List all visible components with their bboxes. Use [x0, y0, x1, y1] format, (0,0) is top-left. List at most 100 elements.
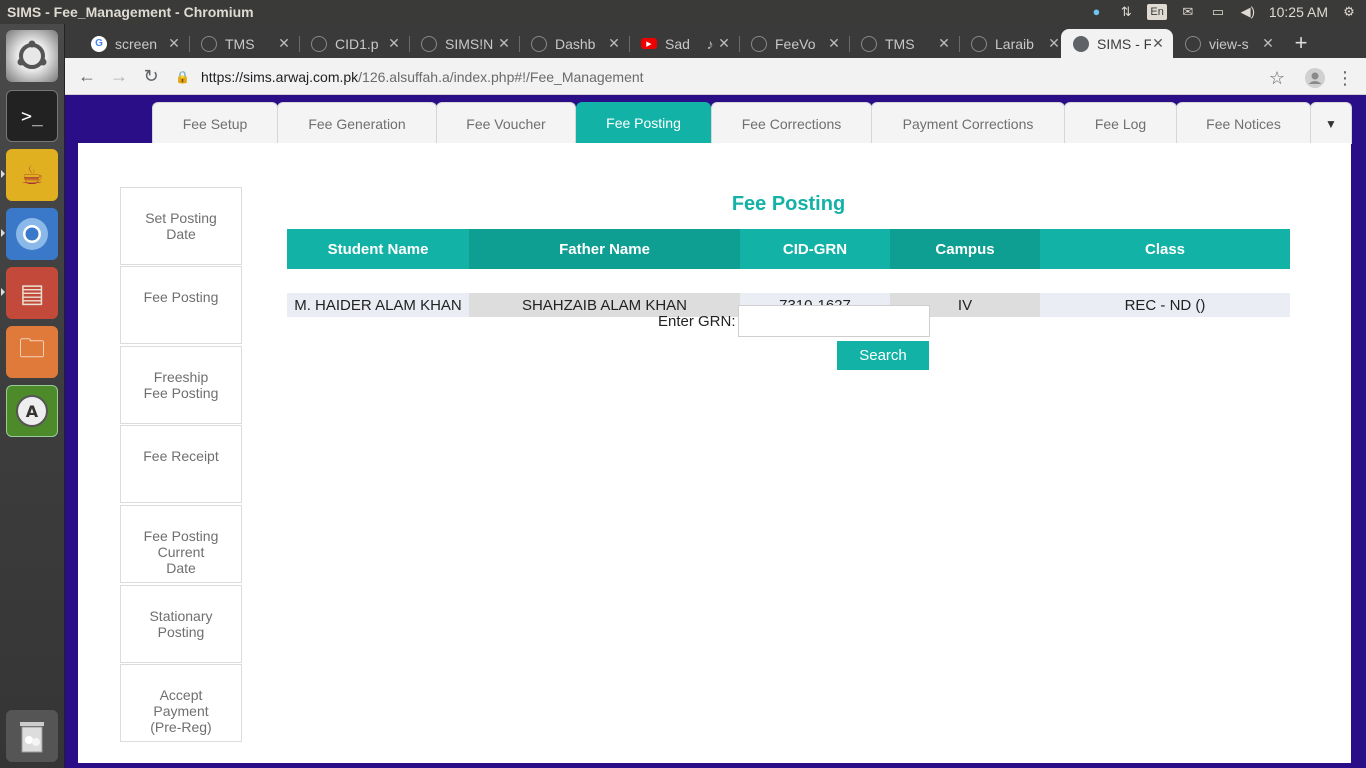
browser-tab[interactable]: view-s ✕ — [1173, 29, 1283, 58]
browser-menu-icon[interactable]: ⋮ — [1329, 62, 1361, 94]
side-item-label: Fee Posting — [143, 528, 219, 544]
svg-text:A: A — [26, 402, 39, 421]
lock-icon[interactable]: 🔒 — [175, 70, 190, 84]
keyboard-layout-indicator[interactable]: En — [1147, 4, 1167, 20]
side-item-label: Fee Receipt — [143, 448, 219, 464]
close-icon[interactable]: ✕ — [1151, 35, 1165, 52]
tab-label: view-s — [1209, 35, 1249, 52]
tab-fee-generation[interactable]: Fee Generation — [277, 102, 437, 144]
browser-tab[interactable]: TMS ✕ — [849, 29, 959, 58]
globe-icon — [751, 35, 767, 52]
system-tray: ● ⇅ En ✉ ▭ ◀) 10:25 AM ⚙ — [1087, 4, 1366, 20]
browser-tab[interactable]: Dashb ✕ — [519, 29, 629, 58]
close-icon[interactable]: ✕ — [167, 35, 181, 52]
address-bar[interactable]: 🔒 https://sims.arwaj.com.pk/126.alsuffah… — [175, 62, 1285, 91]
close-icon[interactable]: ✕ — [827, 35, 841, 52]
side-item-label: Current — [157, 544, 205, 560]
browser-tab[interactable]: G screen ✕ — [79, 29, 189, 58]
close-icon[interactable]: ✕ — [497, 35, 511, 52]
network-arrows-icon[interactable]: ⇅ — [1117, 4, 1135, 20]
speaker-icon[interactable]: ♪ — [703, 36, 717, 52]
tab-label: SIMS - F — [1097, 35, 1151, 52]
battery-icon[interactable]: ▭ — [1209, 4, 1227, 20]
url-host: https://sims.arwaj.com.pk — [201, 68, 359, 85]
search-button[interactable]: Search — [837, 341, 929, 370]
close-icon[interactable]: ✕ — [607, 35, 621, 52]
column-header-student-name: Student Name — [287, 229, 469, 269]
browser-tab-strip: G screen ✕ TMS ✕ CID1.p ✕ SIMS!N ✕ Dashb… — [65, 24, 1366, 58]
side-item-label: Freeship — [153, 369, 209, 385]
browser-tab[interactable]: TMS ✕ — [189, 29, 299, 58]
side-item-freeship-fee-posting[interactable]: Freeship Fee Posting — [120, 346, 242, 424]
running-indicator — [1, 229, 5, 237]
tab-fee-posting[interactable]: Fee Posting — [576, 102, 711, 143]
archive-manager-icon[interactable]: 🗀 — [6, 326, 58, 378]
tab-fee-log[interactable]: Fee Log — [1064, 102, 1177, 144]
tab-payment-corrections[interactable]: Payment Corrections — [871, 102, 1065, 144]
browser-tab[interactable]: FeeVo ✕ — [739, 29, 849, 58]
tab-label: CID1.p — [335, 35, 379, 52]
side-item-fee-receipt[interactable]: Fee Receipt — [120, 425, 242, 503]
running-indicator — [1, 288, 5, 296]
side-item-accept-payment-pre-reg[interactable]: Accept Payment (Pre-Reg) — [120, 664, 242, 742]
terminal-icon[interactable]: >_ — [6, 90, 58, 142]
spacer-row — [287, 269, 1290, 293]
forward-arrow-icon[interactable]: → — [103, 60, 135, 92]
tab-label: TMS — [225, 35, 255, 52]
close-icon[interactable]: ✕ — [277, 35, 291, 52]
side-item-fee-posting[interactable]: Fee Posting — [120, 266, 242, 344]
tab-fee-setup[interactable]: Fee Setup — [152, 102, 278, 144]
reload-icon[interactable]: ↻ — [135, 60, 167, 92]
browser-tab[interactable]: CID1.p ✕ — [299, 29, 409, 58]
ubuntu-dash-icon[interactable] — [6, 30, 58, 82]
globe-icon — [311, 35, 327, 52]
student-table: Student Name Father Name CID-GRN Campus … — [287, 229, 1290, 317]
bookmark-star-icon[interactable]: ☆ — [1261, 62, 1293, 94]
side-item-label: (Pre-Reg) — [150, 719, 212, 735]
close-icon[interactable]: ✕ — [387, 35, 401, 52]
back-arrow-icon[interactable]: ← — [71, 60, 103, 92]
globe-icon — [861, 35, 877, 52]
browser-tab[interactable]: Laraib ✕ — [959, 29, 1069, 58]
trash-icon[interactable] — [6, 710, 58, 762]
settings-gear-icon[interactable]: ⚙ — [1340, 4, 1358, 20]
chromium-icon[interactable] — [6, 208, 58, 260]
more-tabs-dropdown[interactable]: ▼ — [1310, 102, 1352, 144]
browser-tab[interactable]: SIMS!N ✕ — [409, 29, 519, 58]
side-item-fee-posting-current-date[interactable]: Fee Posting Current Date — [120, 505, 242, 583]
side-item-label: Accept — [159, 687, 203, 703]
side-item-label: Stationary — [149, 608, 213, 624]
new-tab-button[interactable]: + — [1289, 31, 1313, 55]
browser-tab[interactable]: ▶ Sad ♪ ✕ — [629, 29, 739, 58]
file-cabinet-icon[interactable]: ▤ — [6, 267, 58, 319]
side-item-stationary-posting[interactable]: Stationary Posting — [120, 585, 242, 663]
column-header-class: Class — [1040, 229, 1290, 269]
close-icon[interactable]: ✕ — [1047, 35, 1061, 52]
software-updater-icon[interactable]: A — [6, 385, 58, 437]
unity-launcher: >_ ☕ ▤ 🗀 A — [0, 24, 65, 768]
browser-toolbar: ← → ↻ 🔒 https://sims.arwaj.com.pk/126.al… — [65, 58, 1366, 95]
tab-fee-corrections[interactable]: Fee Corrections — [711, 102, 872, 144]
mail-icon[interactable]: ✉ — [1179, 4, 1197, 20]
side-item-set-posting-date[interactable]: Set Posting Date — [120, 187, 242, 265]
globe-icon — [421, 35, 437, 52]
url-path: /126.alsuffah.a/index.php#!/Fee_Manageme… — [358, 68, 644, 85]
volume-icon[interactable]: ◀) — [1239, 4, 1257, 20]
skype-icon[interactable]: ● — [1087, 4, 1105, 20]
page-title: Fee Posting — [731, 193, 846, 215]
tab-fee-notices[interactable]: Fee Notices — [1176, 102, 1311, 144]
close-icon[interactable]: ✕ — [717, 35, 731, 52]
tab-fee-voucher[interactable]: Fee Voucher — [436, 102, 576, 144]
globe-icon — [1073, 35, 1089, 52]
clock[interactable]: 10:25 AM — [1269, 4, 1328, 20]
close-icon[interactable]: ✕ — [1261, 35, 1275, 52]
teapot-app-icon[interactable]: ☕ — [6, 149, 58, 201]
grn-input[interactable] — [738, 305, 930, 337]
side-item-label: Payment — [153, 703, 209, 719]
close-icon[interactable]: ✕ — [937, 35, 951, 52]
cell-student-name: M. HAIDER ALAM KHAN — [287, 293, 469, 317]
profile-avatar-icon[interactable] — [1299, 62, 1331, 94]
browser-tab-active[interactable]: SIMS - F ✕ — [1061, 29, 1173, 58]
content-panel: Set Posting Date Fee Posting Freeship Fee … — [78, 143, 1351, 763]
column-header-cid-grn: CID-GRN — [740, 229, 890, 269]
